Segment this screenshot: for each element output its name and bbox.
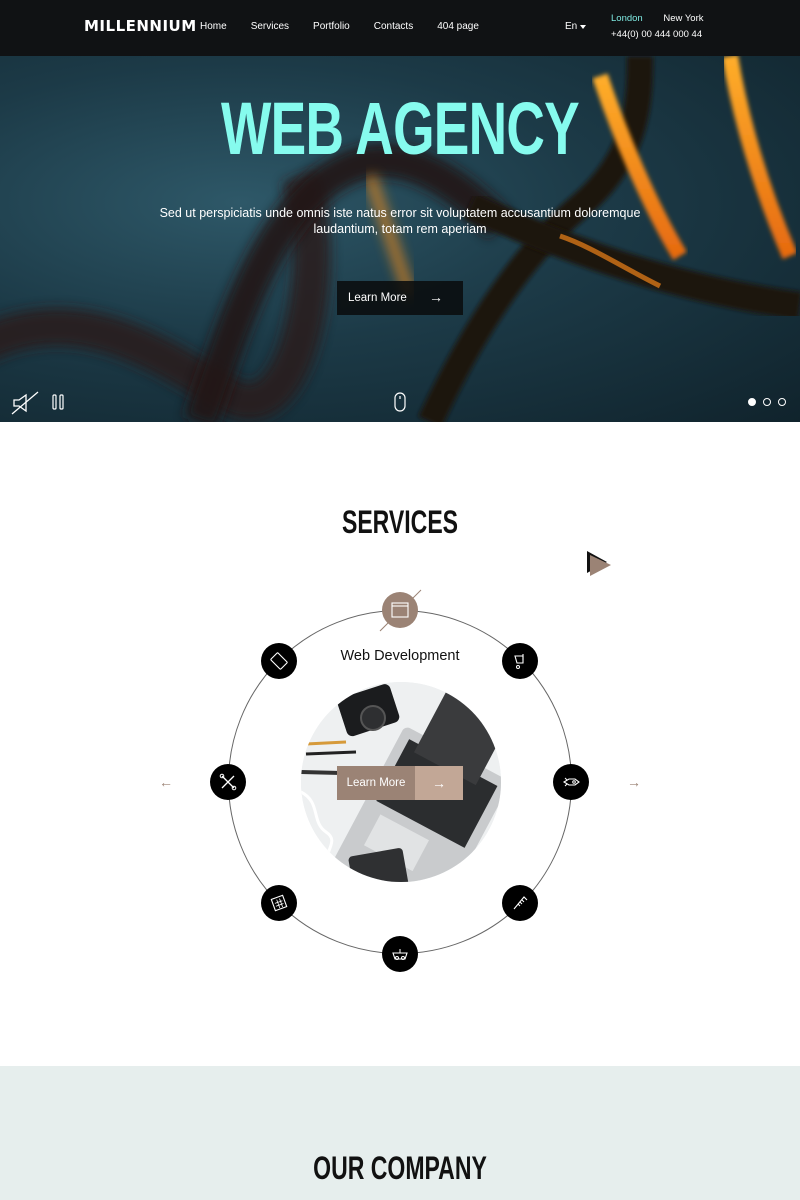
main-nav: Home Services Portfolio Contacts 404 pag… — [200, 21, 503, 32]
hero-section: WEB AGENCY Sed ut perspiciatis unde omni… — [0, 56, 800, 422]
city-london[interactable]: London — [611, 13, 643, 24]
service-node-design[interactable] — [502, 643, 538, 679]
hero-subtitle: Sed ut perspiciatis unde omnis iste natu… — [159, 206, 641, 236]
site-header: MILLENNIUM Home Services Portfolio Conta… — [0, 0, 800, 56]
arrow-right-icon: → — [415, 766, 463, 800]
language-label: En — [565, 21, 578, 32]
slider-dot-3[interactable] — [778, 398, 786, 406]
our-company-title: OUR COMPANY — [313, 1150, 487, 1186]
service-learn-more-button[interactable]: Learn More → — [337, 766, 463, 800]
arrow-right-icon: → — [429, 289, 443, 305]
play-triangle-decoration-icon — [587, 551, 611, 576]
service-node-games[interactable] — [382, 936, 418, 972]
hero-learn-more-label: Learn More — [348, 292, 407, 304]
gamepad-icon — [392, 949, 408, 960]
our-company-section: OUR COMPANY — [0, 1066, 800, 1200]
service-node-support[interactable] — [210, 764, 246, 800]
phone-number[interactable]: +44(0) 00 444 000 44 — [611, 29, 702, 40]
logo[interactable]: MILLENNIUM — [84, 17, 197, 35]
slider-dot-1[interactable] — [748, 398, 756, 406]
ruler-icon — [513, 896, 528, 910]
tools-icon — [219, 773, 237, 791]
paint-bucket-icon — [514, 654, 524, 669]
caret-down-icon — [580, 24, 587, 29]
service-node-web-development[interactable] — [382, 592, 418, 628]
nav-404[interactable]: 404 page — [437, 21, 479, 32]
service-node-mobile[interactable] — [261, 643, 297, 679]
slider-dots — [748, 398, 786, 406]
nav-portfolio[interactable]: Portfolio — [313, 21, 350, 32]
service-learn-more-label: Learn More — [337, 766, 415, 800]
service-node-accounting[interactable] — [261, 885, 297, 921]
language-selector[interactable]: En — [565, 21, 587, 32]
carousel-next-arrow-icon[interactable]: → — [627, 774, 641, 790]
nav-contacts[interactable]: Contacts — [374, 21, 413, 32]
scroll-mouse-icon[interactable] — [394, 392, 406, 412]
hero-title: WEB AGENCY — [221, 87, 580, 170]
browser-window-icon — [391, 602, 409, 618]
tablet-icon — [270, 652, 288, 670]
city-new-york[interactable]: New York — [663, 13, 703, 24]
pause-icon[interactable] — [52, 394, 64, 410]
service-node-startup[interactable] — [553, 764, 589, 800]
hero-learn-more-button[interactable]: Learn More → — [337, 281, 463, 315]
rocket-icon — [562, 777, 580, 787]
city-switcher: London New York — [611, 13, 703, 24]
services-title: SERVICES — [341, 504, 459, 540]
active-service-name: Web Development — [340, 648, 460, 664]
nav-home[interactable]: Home — [200, 21, 227, 32]
carousel-prev-arrow-icon[interactable]: ← — [159, 774, 173, 790]
service-node-architecture[interactable] — [502, 885, 538, 921]
mute-icon[interactable] — [11, 391, 39, 415]
slider-dot-2[interactable] — [763, 398, 771, 406]
calculator-icon — [270, 894, 288, 912]
nav-services[interactable]: Services — [251, 21, 289, 32]
